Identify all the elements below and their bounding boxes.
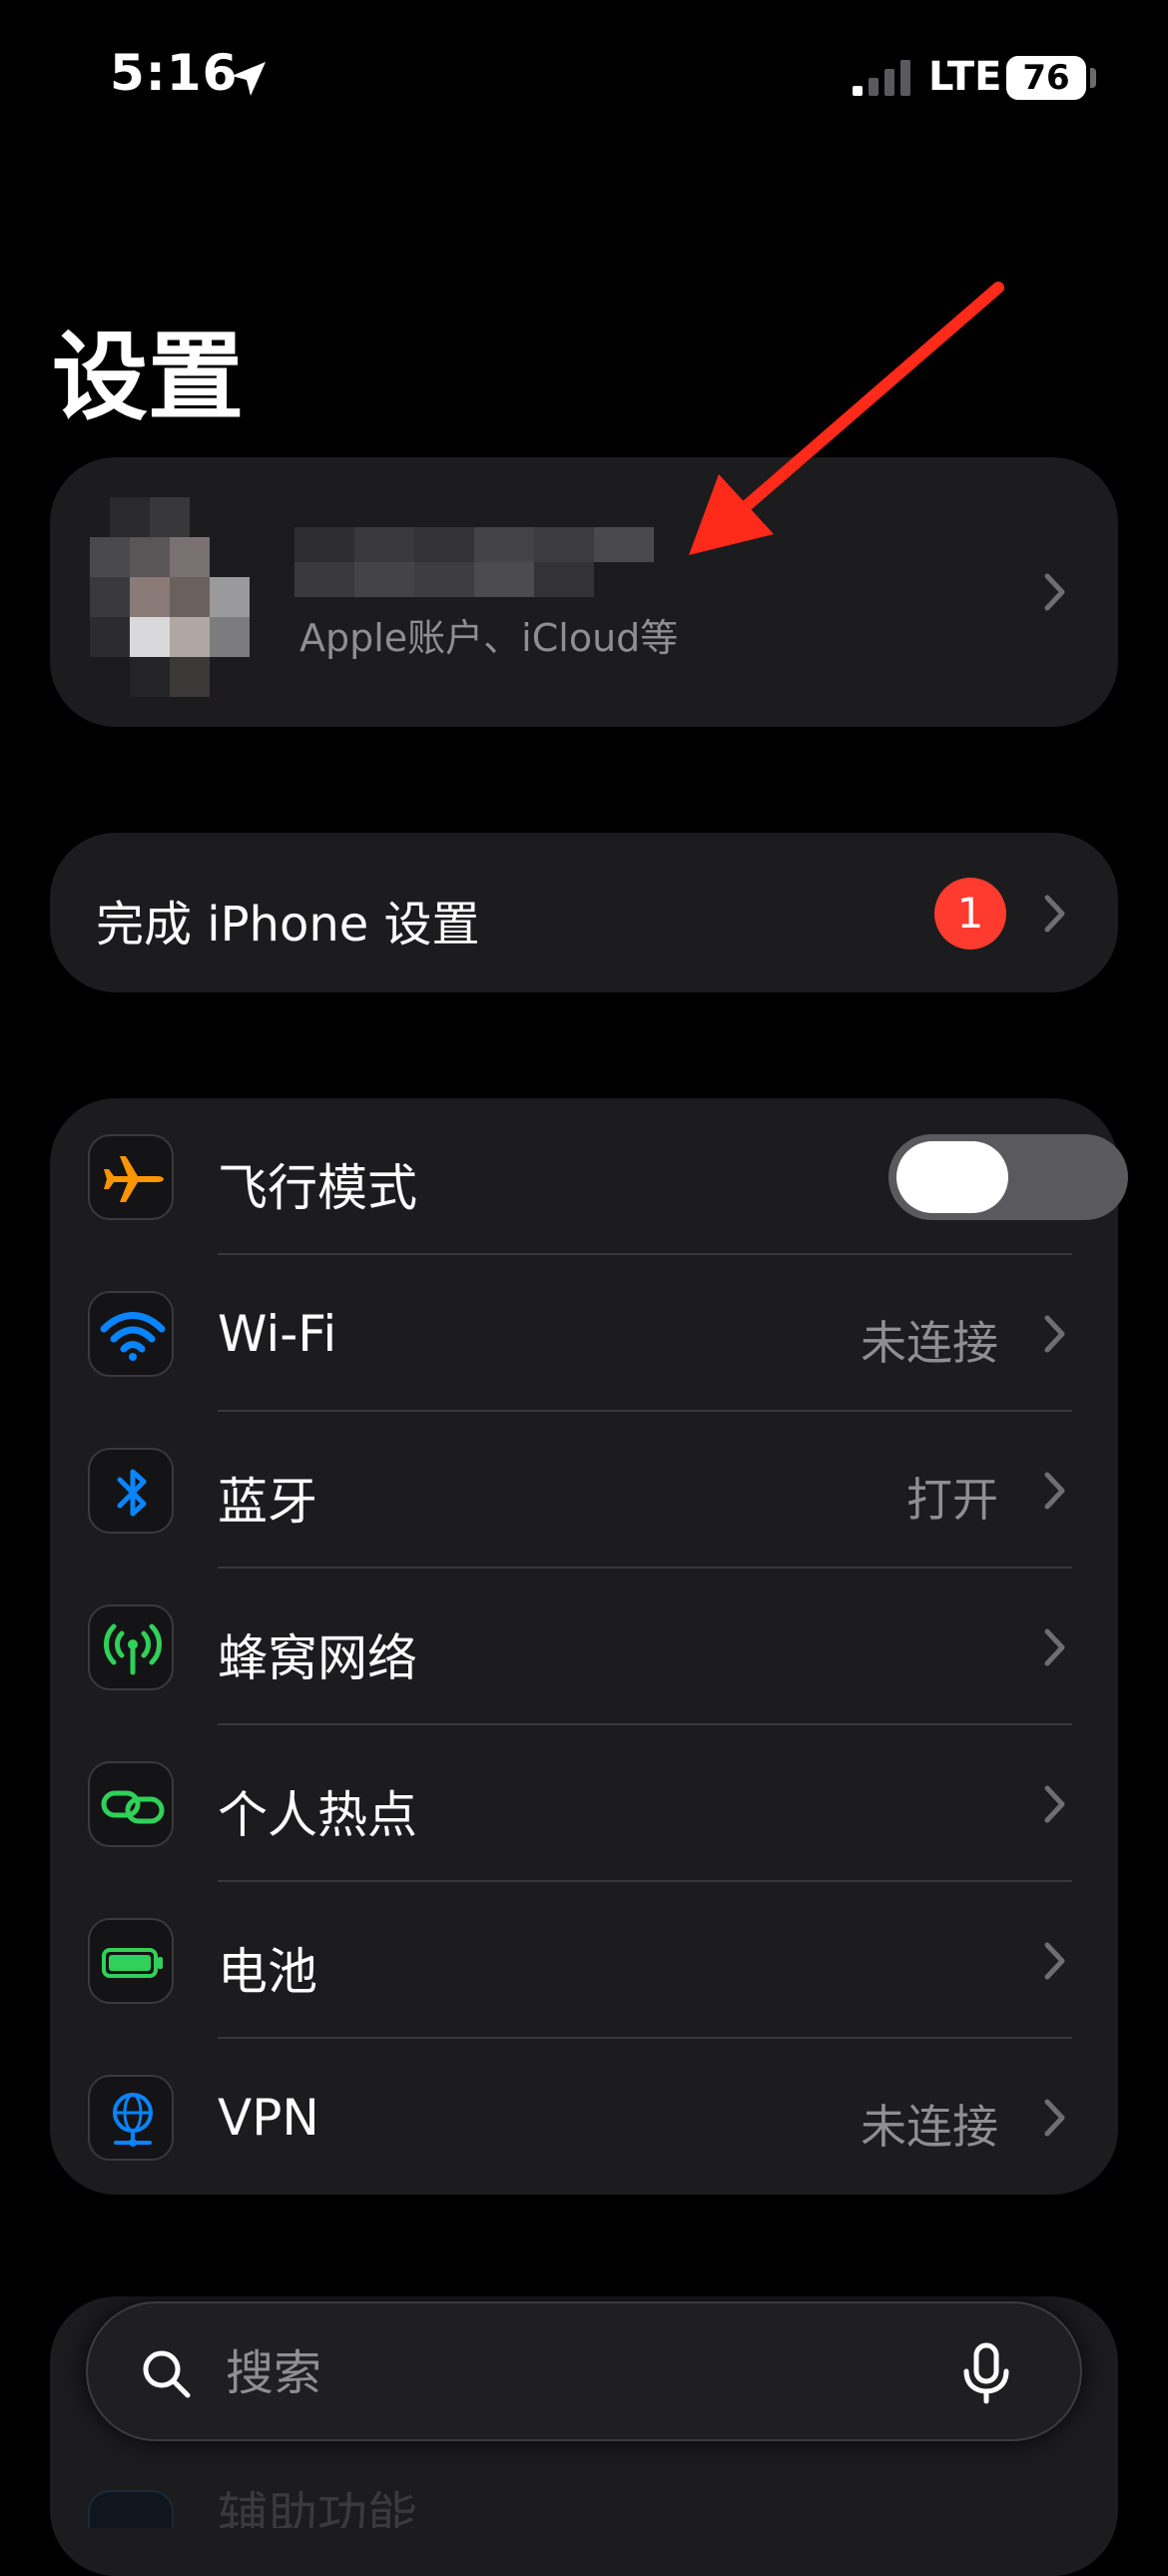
airplane-mode-label: 飞行模式 [218, 1159, 417, 1217]
wifi-label: Wi-Fi [218, 1305, 337, 1363]
microphone-icon[interactable] [956, 2341, 1016, 2405]
chevron-right-icon [1044, 1315, 1066, 1353]
chevron-right-icon [1044, 1942, 1066, 1980]
hotspot-label: 个人热点 [218, 1786, 417, 1844]
settings-row-vpn[interactable]: VPN 未连接 [50, 2039, 1118, 2196]
chevron-right-icon [1044, 2099, 1066, 2137]
settings-row-airplane: 飞行模式 [50, 1098, 1128, 1255]
wifi-status: 未连接 [861, 1316, 998, 1370]
cellular-antenna-icon [88, 1605, 174, 1690]
bluetooth-label: 蓝牙 [218, 1473, 317, 1531]
hotspot-link-icon [88, 1761, 174, 1847]
bluetooth-icon [88, 1448, 174, 1534]
status-time: 5:16 [110, 44, 239, 102]
search-icon [140, 2347, 194, 2401]
cellular-label: 蜂窝网络 [218, 1629, 417, 1687]
finish-setup-row[interactable]: 完成 iPhone 设置 1 [50, 833, 1118, 992]
notification-badge: 1 [934, 878, 1006, 950]
vpn-globe-icon [88, 2075, 174, 2161]
location-arrow-icon [228, 58, 270, 100]
wifi-icon [88, 1291, 174, 1377]
airplane-mode-toggle[interactable] [888, 1134, 1128, 1220]
search-bar[interactable] [86, 2301, 1082, 2441]
battery-indicator: 76 [1006, 56, 1086, 100]
settings-row-cellular[interactable]: 蜂窝网络 [50, 1569, 1118, 1725]
account-subtitle: Apple账户、iCloud等 [299, 616, 679, 660]
status-bar: 5:16 LTE 76 [0, 0, 1168, 150]
battery-label: 电池 [218, 1943, 317, 2001]
chevron-right-icon [1044, 895, 1066, 933]
settings-row-bluetooth[interactable]: 蓝牙 打开 [50, 1412, 1118, 1569]
finish-setup-label: 完成 iPhone 设置 [96, 897, 480, 953]
settings-row-wifi[interactable]: Wi-Fi 未连接 [50, 1255, 1118, 1412]
chevron-right-icon [1044, 573, 1066, 611]
vpn-status: 未连接 [861, 2100, 998, 2154]
account-name-redacted [294, 527, 654, 597]
search-input[interactable] [224, 2339, 922, 2407]
vpn-label: VPN [218, 2089, 319, 2147]
chevron-right-icon [1044, 1628, 1066, 1666]
airplane-icon [88, 1134, 174, 1220]
settings-row-accessibility[interactable]: 辅助功能 [50, 2456, 1118, 2528]
chevron-right-icon [1044, 1472, 1066, 1510]
accessibility-icon [88, 2490, 174, 2528]
bluetooth-status: 打开 [906, 1473, 998, 1527]
avatar [90, 497, 250, 697]
page-title: 设置 [52, 322, 244, 433]
cellular-signal-icon [851, 58, 914, 98]
annotation-arrow-icon [689, 282, 1004, 555]
settings-row-hotspot[interactable]: 个人热点 [50, 1725, 1118, 1882]
settings-row-battery[interactable]: 电池 [50, 1882, 1118, 2039]
accessibility-label: 辅助功能 [218, 2487, 417, 2528]
battery-icon [88, 1918, 174, 2004]
toggle-knob [896, 1141, 1008, 1213]
battery-cap [1090, 68, 1096, 88]
chevron-right-icon [1044, 1785, 1066, 1823]
network-type: LTE [928, 54, 1002, 100]
connectivity-settings-group: 飞行模式 Wi-Fi 未连接 蓝牙 打开 蜂窝网络 个人热点 电池 VPN 未连… [50, 1098, 1128, 2196]
